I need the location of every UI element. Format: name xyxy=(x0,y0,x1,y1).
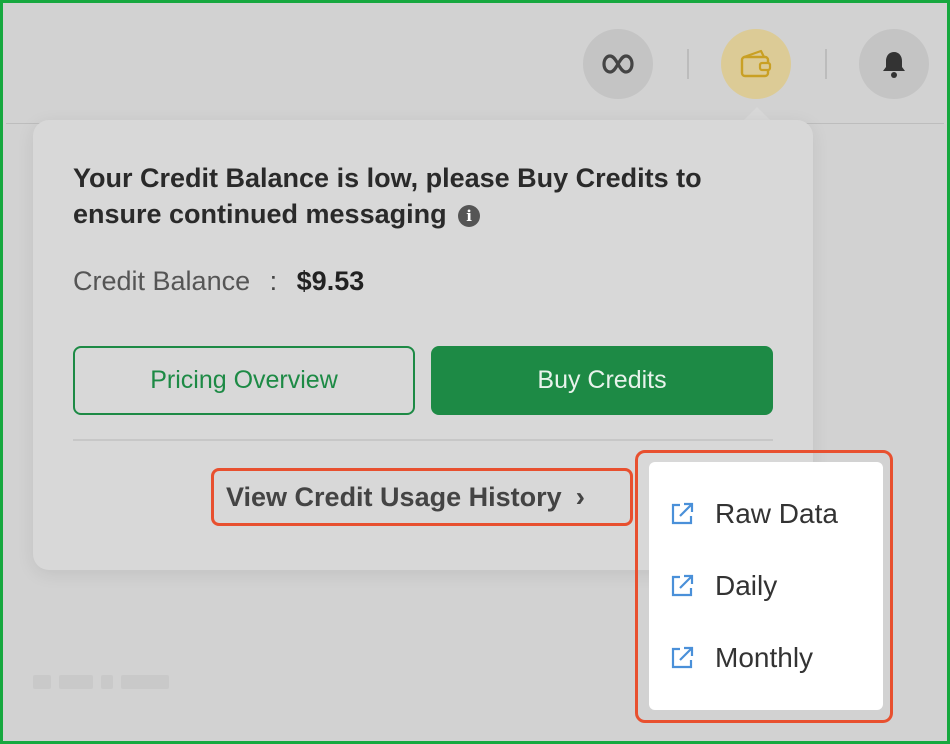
background-content-placeholder xyxy=(33,675,213,695)
menu-item-daily[interactable]: Daily xyxy=(667,566,777,606)
notifications-button[interactable] xyxy=(859,29,929,99)
buy-credits-button[interactable]: Buy Credits xyxy=(431,346,773,415)
chevron-right-icon: › xyxy=(575,481,585,512)
menu-item-label: Daily xyxy=(715,570,778,601)
external-link-icon xyxy=(671,502,694,525)
low-balance-message: Your Credit Balance is low, please Buy C… xyxy=(73,160,773,232)
low-balance-text: Your Credit Balance is low, please Buy C… xyxy=(73,163,702,229)
meta-infinity-icon xyxy=(602,54,634,74)
usage-history-menu: Raw Data Daily Monthly xyxy=(649,462,883,710)
header-separator xyxy=(687,49,689,79)
app-frame: Your Credit Balance is low, please Buy C… xyxy=(0,0,950,744)
external-link-icon xyxy=(671,574,694,597)
credit-balance-value: $9.53 xyxy=(296,266,365,296)
history-link-label: View Credit Usage History xyxy=(226,481,562,512)
credit-balance-row: Credit Balance : $9.53 xyxy=(73,266,364,297)
popover-divider xyxy=(73,439,773,441)
credit-balance-label: Credit Balance xyxy=(73,266,251,296)
wallet-button[interactable] xyxy=(721,29,791,99)
external-link-icon xyxy=(671,646,694,669)
menu-item-monthly[interactable]: Monthly xyxy=(667,638,813,678)
credit-balance-separator: : xyxy=(269,266,278,296)
popover-caret xyxy=(743,107,771,121)
buy-credits-label: Buy Credits xyxy=(537,366,667,394)
pricing-overview-label: Pricing Overview xyxy=(150,366,338,394)
pricing-overview-button[interactable]: Pricing Overview xyxy=(73,346,415,415)
meta-button[interactable] xyxy=(583,29,653,99)
menu-item-label: Monthly xyxy=(715,642,814,673)
wallet-icon xyxy=(740,49,772,78)
bell-icon xyxy=(883,52,905,78)
menu-item-raw-data[interactable]: Raw Data xyxy=(667,494,838,534)
menu-item-label: Raw Data xyxy=(715,498,838,529)
view-credit-usage-history-link[interactable]: View Credit Usage History › xyxy=(211,468,633,526)
header-separator xyxy=(825,49,827,79)
info-icon[interactable]: i xyxy=(458,205,481,227)
